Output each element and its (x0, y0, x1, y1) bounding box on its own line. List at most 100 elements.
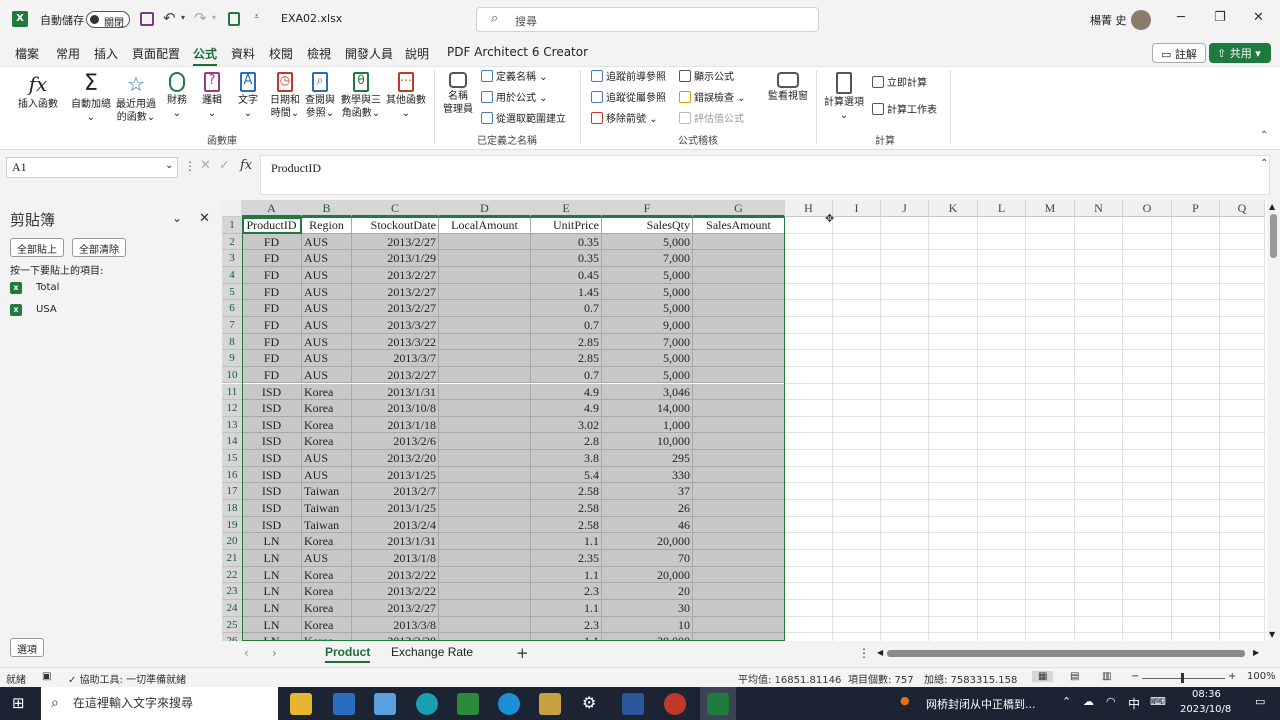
data-cell[interactable]: 5,000 (602, 283, 693, 301)
redo-dropdown-icon[interactable]: ▾ (212, 13, 216, 22)
calculate-now-button[interactable]: 立即計算 (872, 76, 927, 92)
data-cell[interactable]: FD (242, 300, 302, 317)
data-cell[interactable]: 37 (602, 483, 693, 501)
data-cell[interactable] (693, 633, 785, 641)
column-header[interactable]: I (833, 200, 881, 217)
ime-indicator[interactable]: 中 (1128, 695, 1140, 712)
clock-time[interactable]: 08:36 (1192, 689, 1221, 700)
data-cell[interactable] (439, 516, 531, 534)
text-functions-button[interactable]: A 文字 ⌄ (233, 72, 263, 120)
row-header[interactable]: 3 (222, 250, 242, 267)
insert-function-fx-icon[interactable]: fx (240, 158, 252, 173)
data-cell[interactable]: FD (242, 350, 302, 367)
recorder-icon[interactable] (664, 693, 686, 715)
recent-functions-button[interactable]: ☆ 最近用過 的函數⌄ (114, 72, 158, 124)
data-cell[interactable] (693, 250, 785, 267)
data-cell[interactable] (693, 316, 785, 334)
data-cell[interactable]: 2013/1/18 (352, 416, 439, 434)
data-cell[interactable] (693, 583, 785, 600)
sheet-tab-product[interactable]: Product (325, 645, 371, 663)
data-cell[interactable] (693, 550, 785, 567)
column-header[interactable]: M (1026, 200, 1075, 217)
data-cell[interactable]: 2.85 (531, 350, 602, 367)
data-cell[interactable] (439, 300, 531, 317)
data-cell[interactable] (693, 566, 785, 584)
row-header[interactable]: 2 (222, 233, 242, 251)
page-break-view-icon[interactable]: ▥ (1102, 671, 1111, 682)
data-cell[interactable] (439, 500, 531, 517)
pane-options-chevron-icon[interactable]: ⌄ (172, 211, 182, 225)
row-header[interactable]: 10 (222, 366, 242, 384)
data-cell[interactable]: Korea (302, 616, 352, 634)
scroll-up-icon[interactable]: ▲ (1269, 202, 1275, 211)
data-cell[interactable]: ISD (242, 500, 302, 517)
data-cell[interactable] (693, 533, 785, 550)
define-name-button[interactable]: 定義名稱 ⌄ (481, 70, 548, 86)
data-cell[interactable]: Taiwan (302, 500, 352, 517)
data-cell[interactable] (439, 583, 531, 600)
scroll-down-icon[interactable]: ▼ (1269, 630, 1275, 639)
data-cell[interactable] (439, 333, 531, 351)
data-cell[interactable] (439, 416, 531, 434)
data-cell[interactable]: 2013/1/25 (352, 500, 439, 517)
data-cell[interactable]: 2.8 (531, 433, 602, 451)
column-header[interactable]: P (1172, 200, 1220, 217)
store-icon[interactable] (374, 693, 396, 715)
data-cell[interactable]: 2.58 (531, 516, 602, 534)
vertical-scrollbar[interactable]: ▲ ▼ (1267, 200, 1280, 641)
data-cell[interactable]: 330 (602, 466, 693, 484)
data-cell[interactable]: 14,000 (602, 400, 693, 417)
data-cell[interactable] (439, 599, 531, 617)
data-cell[interactable] (439, 366, 531, 384)
data-cell[interactable]: 3.02 (531, 416, 602, 434)
data-cell[interactable]: 70 (602, 550, 693, 567)
data-cell[interactable]: 295 (602, 450, 693, 467)
more-options-icon[interactable]: ⋮ (184, 159, 196, 173)
data-cell[interactable] (439, 316, 531, 334)
column-header[interactable]: O (1123, 200, 1172, 217)
clipboard-item[interactable]: x USA (10, 304, 57, 316)
lookup-button[interactable]: ⌕ 查閱與 參照⌄ (303, 72, 337, 120)
page-layout-view-icon[interactable]: ▤ (1070, 671, 1079, 682)
data-cell[interactable]: 2013/1/29 (352, 250, 439, 267)
clear-all-button[interactable]: 全部清除 (72, 238, 126, 257)
data-cell[interactable] (693, 516, 785, 534)
data-cell[interactable]: 0.7 (531, 300, 602, 317)
save-icon[interactable] (140, 12, 154, 26)
column-header[interactable]: F (602, 200, 693, 217)
data-cell[interactable]: Korea (302, 583, 352, 600)
notification-text[interactable]: 网桥封闭从中正橋到... (926, 696, 1036, 712)
data-cell[interactable]: 9,000 (602, 316, 693, 334)
chart-app-icon[interactable] (457, 693, 479, 715)
maximize-icon[interactable]: ❐ (1214, 10, 1226, 25)
data-cell[interactable]: 2013/2/22 (352, 566, 439, 584)
share-button[interactable]: ⇧ 共用 ▾ (1209, 43, 1271, 63)
data-cell[interactable]: 5.4 (531, 466, 602, 484)
cancel-icon[interactable]: ✕ (200, 158, 211, 173)
data-cell[interactable] (439, 250, 531, 267)
data-cell[interactable]: 2013/3/27 (352, 316, 439, 334)
collapse-ribbon-icon[interactable]: ⌃ (1260, 130, 1268, 141)
row-header[interactable]: 23 (222, 583, 242, 600)
data-cell[interactable]: LN (242, 599, 302, 617)
options-button[interactable]: 選項 (10, 638, 44, 657)
data-cell[interactable]: ISD (242, 416, 302, 434)
row-header[interactable]: 22 (222, 566, 242, 584)
show-formulas-button[interactable]: 顯示公式 (679, 70, 734, 86)
use-in-formula-button[interactable]: 用於公式 ⌄ (481, 91, 548, 107)
name-manager-button[interactable]: 名稱 管理員 (440, 72, 476, 116)
column-header[interactable]: J (881, 200, 929, 217)
ime-mode-icon[interactable]: ⌨ (1150, 695, 1166, 708)
data-cell[interactable]: 0.35 (531, 233, 602, 251)
row-header[interactable]: 14 (222, 433, 242, 451)
data-cell[interactable]: 2.3 (531, 583, 602, 600)
undo-dropdown-icon[interactable]: ▾ (181, 13, 185, 22)
data-cell[interactable]: ISD (242, 383, 302, 401)
data-cell[interactable]: 20,000 (602, 533, 693, 550)
header-cell[interactable]: ProductID (242, 217, 302, 234)
row-header[interactable]: 20 (222, 533, 242, 550)
data-cell[interactable]: ISD (242, 466, 302, 484)
data-cell[interactable]: 2013/3/8 (352, 616, 439, 634)
data-cell[interactable] (439, 400, 531, 417)
undo-icon[interactable]: ↶ (163, 9, 176, 27)
